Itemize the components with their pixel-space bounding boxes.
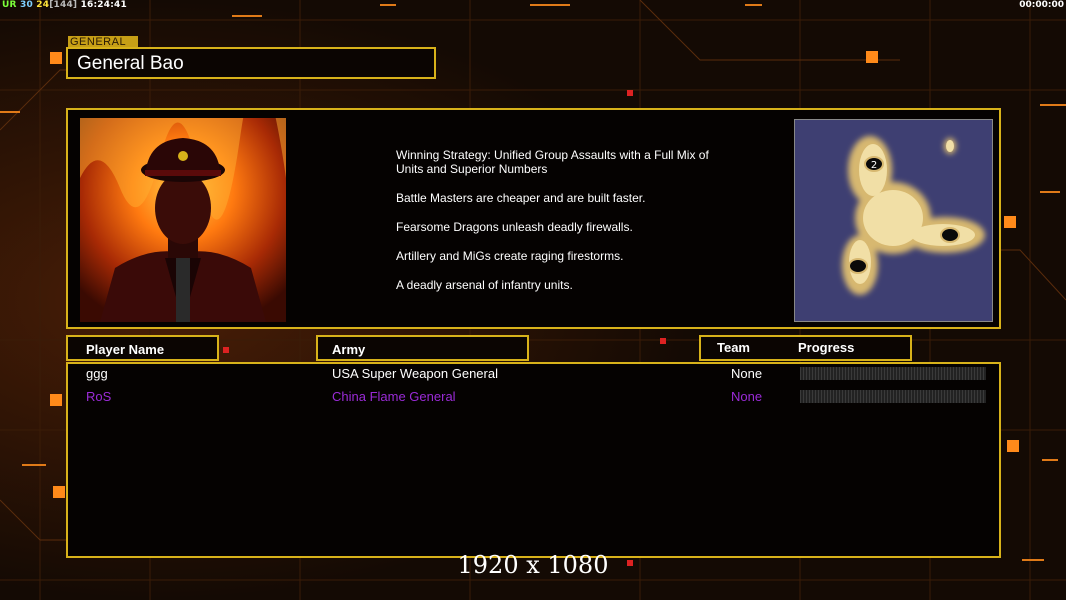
hud-clock: 16:24:41 xyxy=(80,0,127,10)
player-army: China Flame General xyxy=(332,389,456,404)
start-position-label: 2 xyxy=(871,160,877,171)
army-header: Army xyxy=(332,342,366,357)
column-header-army: Army xyxy=(316,335,529,361)
strategy-text: Winning Strategy: Unified Group Assaults… xyxy=(396,148,716,307)
player-row: RoS China Flame General None xyxy=(68,387,1003,407)
general-title-box: General Bao xyxy=(66,47,436,79)
hud-fps-a: 30 xyxy=(19,0,33,10)
strategy-line: Battle Masters are cheaper and are built… xyxy=(396,191,646,205)
strategy-line: Winning Strategy: Unified Group Assaults… xyxy=(396,148,709,176)
column-header-team-progress: Team Progress xyxy=(699,335,912,361)
column-header-player-name: Player Name xyxy=(66,335,219,361)
load-progress-bar xyxy=(800,390,986,403)
general-portrait xyxy=(80,118,286,322)
team-header: Team xyxy=(717,340,750,355)
strategy-line: Fearsome Dragons unleash deadly firewall… xyxy=(396,220,633,234)
hud-stats: UR 30 24[144] 16:24:41 xyxy=(2,0,127,10)
player-name: RoS xyxy=(86,389,112,404)
player-row: ggg USA Super Weapon General None xyxy=(68,364,1003,384)
hud-bracket: [144] xyxy=(49,0,78,10)
map-preview: 2 xyxy=(794,119,993,322)
general-info-panel: Winning Strategy: Unified Group Assaults… xyxy=(66,108,1001,329)
load-progress-bar xyxy=(800,367,986,380)
player-name: ggg xyxy=(86,366,108,381)
player-team: None xyxy=(731,366,763,381)
general-name: General Bao xyxy=(77,53,184,74)
player-team: None xyxy=(731,389,763,404)
hud-label: UR xyxy=(2,0,17,10)
player-army: USA Super Weapon General xyxy=(332,366,498,381)
player-list: ggg USA Super Weapon General None RoS Ch… xyxy=(66,362,1001,558)
hud-fps-b: 24 xyxy=(36,0,50,10)
strategy-line: A deadly arsenal of infantry units. xyxy=(396,278,573,292)
progress-header: Progress xyxy=(798,340,855,355)
strategy-line: Artillery and MiGs create raging firesto… xyxy=(396,249,624,263)
resolution-label: 1920 x 1080 xyxy=(457,551,609,579)
player-name-header: Player Name xyxy=(86,342,165,357)
hud-timer: 00:00:00 xyxy=(1019,0,1064,10)
